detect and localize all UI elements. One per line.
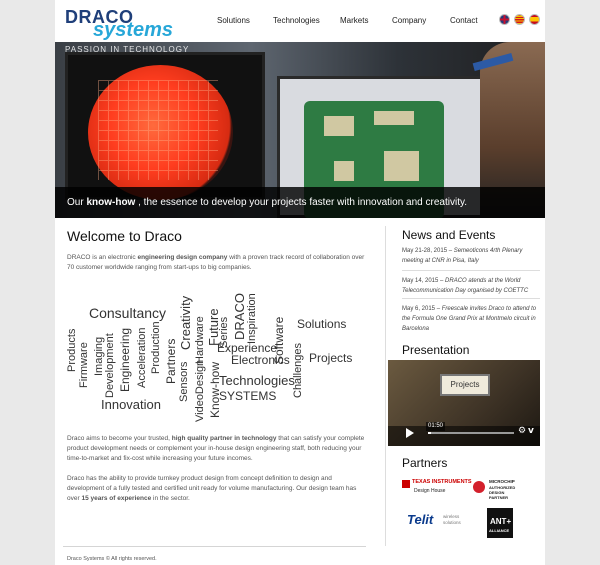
header: DRACO systems Solutions Technologies Mar… (55, 0, 545, 42)
catalan-flag-icon[interactable] (514, 14, 525, 25)
main-nav: Solutions Technologies Markets Company C… (55, 16, 545, 28)
partner-ti-sub: Design House (414, 488, 446, 494)
hero-caption: Our know-how , the essence to develop yo… (55, 187, 545, 218)
word-consultancy: Consultancy (89, 305, 167, 321)
word-creativity: Creativity (178, 295, 193, 350)
partner-microchip[interactable]: MICROCHIP AUTHORIZED DESIGN PARTNER (473, 479, 541, 505)
presentation-video[interactable]: Projects 01:50 ⚙ v (388, 360, 540, 446)
english-flag-icon[interactable] (499, 14, 510, 25)
video-progress-bar[interactable] (428, 432, 514, 434)
footer-copyright: Draco Systems © All rights reserved. (67, 556, 157, 562)
word-development: Development (104, 333, 116, 398)
news-item[interactable]: May 6, 2015 – Freescale invites Draco to… (402, 304, 542, 334)
partner-texas-instruments[interactable]: TEXAS INSTRUMENTS Design House (402, 479, 472, 501)
nav-markets[interactable]: Markets (340, 16, 368, 26)
page: DRACO systems Solutions Technologies Mar… (55, 0, 545, 565)
play-icon[interactable] (406, 428, 414, 438)
word-sensors: Sensors (178, 361, 190, 402)
partner-ti-name: TEXAS INSTRUMENTS (412, 479, 472, 485)
hero-monitor-left (65, 52, 265, 200)
word-systems: SYSTEMS (219, 389, 277, 403)
welcome-turnkey-text: Draco has the ability to provide turnkey… (67, 475, 357, 502)
ti-icon (402, 480, 410, 488)
video-time: 01:50 (426, 422, 446, 431)
nav-solutions[interactable]: Solutions (217, 16, 250, 26)
welcome-partner-text: Draco aims to become your trusted, high … (67, 435, 365, 462)
word-hardware: Hardware (194, 316, 206, 364)
welcome-title: Welcome to Draco (67, 228, 182, 244)
word-challenges: Challenges (292, 342, 304, 398)
news-separator (402, 298, 540, 299)
column-separator (385, 226, 386, 546)
word-acceleration: Acceleration (136, 327, 148, 388)
spanish-flag-icon[interactable] (529, 14, 540, 25)
news-separator (402, 270, 540, 271)
footer-divider (63, 546, 366, 547)
word-cloud: Consultancy Products Firmware Imaging De… (66, 280, 377, 430)
word-software: Software (272, 316, 286, 364)
partner-telit[interactable]: Telit wireless solutions (407, 512, 471, 534)
news-title: News and Events (402, 228, 496, 242)
hero-tagline: PASSION IN TECHNOLOGY (65, 45, 190, 54)
welcome-intro: DRACO is an electronic engineering desig… (67, 254, 365, 271)
nav-company[interactable]: Company (392, 16, 426, 26)
news-item[interactable]: May 14, 2015 – DRACO atends at the World… (402, 276, 542, 296)
hero-caption-text: Our know-how , the essence to develop yo… (67, 197, 468, 208)
word-inspiration: Inspiration (246, 293, 258, 344)
nav-contact[interactable]: Contact (450, 16, 478, 26)
word-engineering: Engineering (118, 327, 132, 392)
word-draco: DRACO (232, 293, 247, 340)
word-firmware: Firmware (78, 342, 90, 388)
word-projects: Projects (309, 351, 353, 365)
word-videodesign: VideoDesign (194, 359, 206, 422)
word-innovation: Innovation (101, 397, 161, 412)
video-sign: Projects (440, 374, 490, 396)
hero-banner: PASSION IN TECHNOLOGY Our know-how , the… (55, 42, 545, 218)
presentation-title: Presentation (402, 343, 470, 357)
microchip-icon (473, 481, 485, 493)
partners-title: Partners (402, 456, 448, 470)
partner-ant-name: ANT+ (490, 517, 512, 526)
vimeo-icon[interactable]: v (528, 427, 534, 436)
partner-mc-sub: AUTHORIZED DESIGN PARTNER (489, 485, 516, 500)
word-products: Products (66, 328, 78, 372)
gear-icon[interactable]: ⚙ (518, 427, 526, 436)
partner-telit-sub: wireless solutions (443, 514, 461, 525)
nav-technologies[interactable]: Technologies (273, 16, 320, 26)
word-production: Production (150, 321, 162, 374)
word-partners: Partners (164, 338, 178, 384)
news-item[interactable]: May 21-28, 2015 – Semeoticons 4rth Plena… (402, 246, 542, 266)
partner-ant-alliance[interactable]: ANT+ ALLIANCE (487, 508, 513, 538)
word-solutions: Solutions (297, 317, 347, 331)
word-technologies: Technologies (219, 373, 295, 388)
partner-ant-sub: ALLIANCE (489, 528, 510, 533)
partner-telit-name: Telit (407, 512, 434, 527)
